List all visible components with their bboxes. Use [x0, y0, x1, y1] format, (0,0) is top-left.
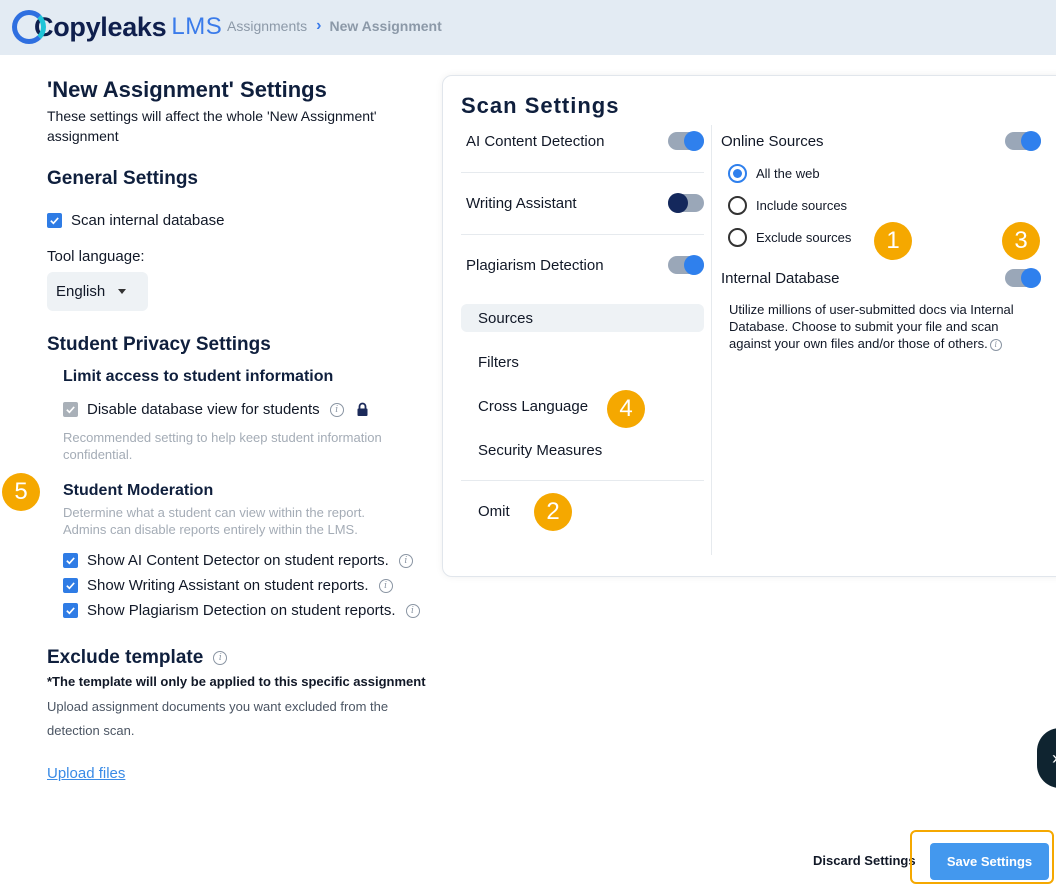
radio-button[interactable]	[728, 196, 747, 215]
exclude-template-description: Upload assignment documents you want exc…	[47, 699, 389, 738]
page-title: 'New Assignment' Settings	[47, 77, 327, 102]
radio-button[interactable]	[728, 164, 747, 183]
annotation-badge-1: 1	[874, 222, 912, 260]
radio-include-sources[interactable]: Include sources	[728, 196, 847, 215]
nav-filters[interactable]: Filters	[461, 348, 704, 376]
divider	[461, 172, 704, 173]
info-icon[interactable]: i	[213, 651, 228, 665]
disable-database-view-option[interactable]: Disable database view for students i	[63, 401, 369, 418]
nav-security-measures[interactable]: Security Measures	[461, 436, 704, 464]
assignment-settings-column: 'New Assignment' Settings These settings…	[0, 55, 442, 886]
logo-text: Copyleaks	[34, 11, 167, 42]
internal-database-description-text: Utilize millions of user-submitted docs …	[729, 302, 1014, 351]
divider	[461, 480, 704, 481]
radio-label: Include sources	[756, 198, 848, 213]
show-ai-detector-checkbox[interactable]	[63, 553, 78, 568]
show-plagiarism-detection-checkbox[interactable]	[63, 603, 78, 618]
exclude-template-note: *The template will only be applied to th…	[47, 674, 426, 689]
info-icon[interactable]: i	[329, 402, 344, 417]
scan-internal-database-option[interactable]: Scan internal database	[47, 212, 224, 229]
show-ai-detector-option[interactable]: Show AI Content Detector on student repo…	[63, 552, 413, 569]
lock-icon	[356, 402, 369, 417]
nav-sources[interactable]: Sources	[461, 304, 704, 332]
info-icon[interactable]: i	[378, 578, 393, 593]
breadcrumb: Assignments › New Assignment	[227, 17, 442, 35]
general-settings-title: General Settings	[47, 168, 198, 189]
info-icon[interactable]: i	[405, 603, 420, 618]
tool-language-select[interactable]: English	[47, 272, 148, 311]
recommended-setting-note: Recommended setting to help keep student…	[63, 430, 382, 462]
writing-assistant-toggle[interactable]	[668, 193, 704, 213]
logo-lms-text: LMS	[171, 13, 223, 40]
copyleaks-logo[interactable]: Copyleaks LMS	[12, 8, 222, 46]
internal-database-toggle[interactable]	[1005, 268, 1041, 288]
scan-settings-title: Scan Settings	[461, 93, 620, 118]
online-sources-label: Online Sources	[721, 132, 824, 150]
top-header: Copyleaks LMS Assignments › New Assignme…	[0, 0, 1056, 55]
annotation-badge-4: 4	[607, 390, 645, 428]
scan-internal-database-label: Scan internal database	[71, 212, 225, 229]
show-writing-assistant-label: Show Writing Assistant on student report…	[87, 577, 369, 594]
annotation-badge-5: 5	[2, 473, 40, 511]
scan-internal-database-checkbox[interactable]	[47, 213, 62, 228]
limit-access-title: Limit access to student information	[63, 368, 334, 385]
show-writing-assistant-checkbox[interactable]	[63, 578, 78, 593]
student-moderation-description: Determine what a student can view within…	[63, 505, 366, 537]
show-plagiarism-detection-label: Show Plagiarism Detection on student rep…	[87, 602, 396, 619]
upload-files-link[interactable]: Upload files	[47, 765, 125, 782]
radio-label: Exclude sources	[756, 230, 852, 245]
page-subtitle: These settings will affect the whole 'Ne…	[47, 108, 377, 144]
info-icon[interactable]: i	[398, 553, 413, 568]
feature-label: Writing Assistant	[466, 194, 577, 212]
show-plagiarism-detection-option[interactable]: Show Plagiarism Detection on student rep…	[63, 602, 420, 619]
plagiarism-detection-toggle[interactable]	[668, 255, 704, 275]
feature-writing-assistant: Writing Assistant	[466, 193, 704, 213]
nav-cross-language[interactable]: Cross Language	[461, 392, 704, 420]
tool-language-value: English	[56, 283, 106, 300]
student-privacy-title: Student Privacy Settings	[47, 334, 271, 355]
divider	[461, 234, 704, 235]
feature-label: Plagiarism Detection	[466, 256, 604, 274]
internal-database-row: Internal Database	[721, 268, 1041, 288]
radio-label: All the web	[756, 166, 820, 181]
online-sources-toggle[interactable]	[1005, 131, 1041, 151]
feature-ai-content-detection: AI Content Detection	[466, 131, 704, 151]
caret-down-icon	[118, 289, 127, 294]
show-ai-detector-label: Show AI Content Detector on student repo…	[87, 552, 389, 569]
tool-language-label: Tool language:	[47, 248, 145, 265]
radio-exclude-sources[interactable]: Exclude sources	[728, 228, 851, 247]
save-settings-button[interactable]: Save Settings	[930, 843, 1049, 880]
info-icon[interactable]: i	[989, 338, 1002, 351]
annotation-badge-2: 2	[534, 493, 572, 531]
chevron-icon: ›	[1052, 748, 1056, 769]
feature-label: AI Content Detection	[466, 132, 605, 150]
discard-settings-button[interactable]: Discard Settings	[813, 853, 916, 868]
chevron-right-icon: ›	[316, 17, 322, 34]
breadcrumb-current: New Assignment	[329, 18, 442, 34]
radio-all-the-web[interactable]: All the web	[728, 164, 820, 183]
online-sources-row: Online Sources	[721, 131, 1041, 151]
exclude-template-title: Exclude template	[47, 647, 204, 668]
copyleaks-logo-icon	[12, 10, 46, 44]
nav-omit[interactable]: Omit	[461, 497, 704, 525]
radio-button[interactable]	[728, 228, 747, 247]
show-writing-assistant-option[interactable]: Show Writing Assistant on student report…	[63, 577, 393, 594]
internal-database-description: Utilize millions of user-submitted docs …	[729, 301, 1039, 352]
chat-widget-button[interactable]: ›	[1037, 728, 1056, 788]
ai-content-detection-toggle[interactable]	[668, 131, 704, 151]
disable-database-view-label: Disable database view for students	[87, 401, 320, 418]
disable-database-view-checkbox[interactable]	[63, 402, 78, 417]
breadcrumb-assignments-link[interactable]: Assignments	[227, 18, 307, 34]
exclude-template-heading: Exclude template i	[47, 647, 228, 669]
internal-database-label: Internal Database	[721, 269, 840, 287]
panel-vertical-divider	[711, 125, 712, 555]
feature-plagiarism-detection: Plagiarism Detection	[466, 255, 704, 275]
student-moderation-title: Student Moderation	[63, 482, 214, 499]
annotation-badge-3: 3	[1002, 222, 1040, 260]
